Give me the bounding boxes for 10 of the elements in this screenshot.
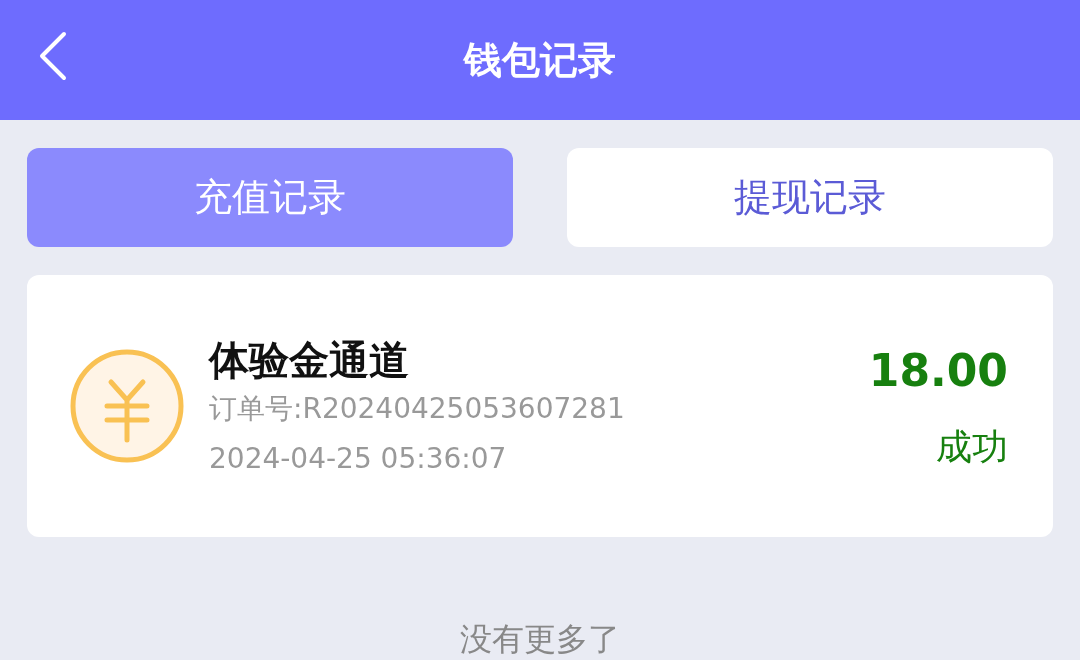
no-more-text: 没有更多了 <box>460 619 620 660</box>
record-status: 成功 <box>936 425 1008 469</box>
order-number: 订单号:R20240425053607281 <box>209 392 626 426</box>
page-title: 钱包记录 <box>464 36 616 84</box>
yuan-coin-icon <box>69 348 185 464</box>
record-title: 体验金通道 <box>209 336 410 385</box>
tab[interactable]: 提现记录 <box>567 148 1053 247</box>
tab[interactable]: 充值记录 <box>27 148 513 247</box>
record-amount: 18.00 <box>868 344 1008 398</box>
record-time: 2024-04-25 05:36:07 <box>209 442 508 476</box>
